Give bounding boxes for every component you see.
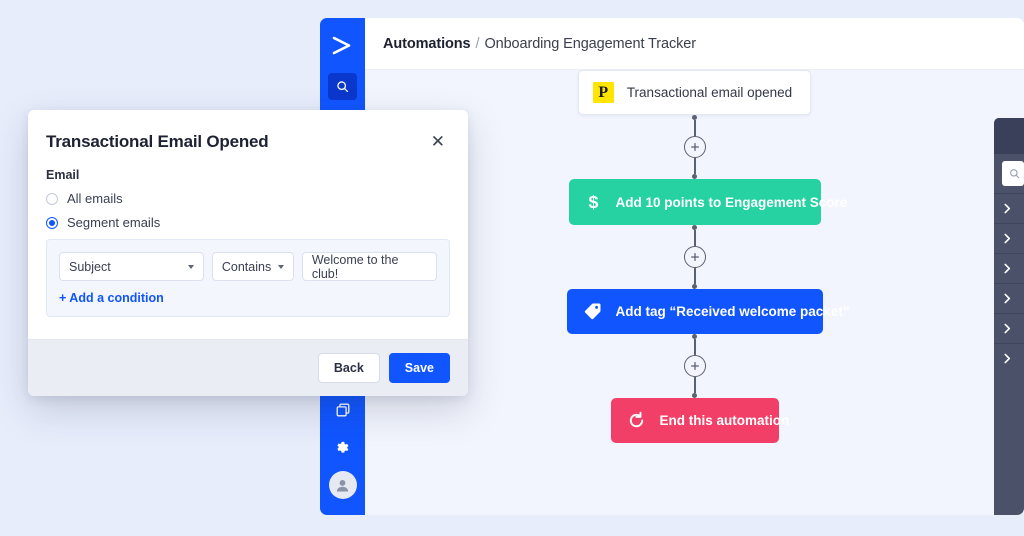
right-panel-row[interactable] — [994, 283, 1024, 313]
email-field-label: Email — [46, 168, 80, 182]
right-panel-row[interactable] — [994, 193, 1024, 223]
trigger-node-label: Transactional email opened — [626, 85, 793, 100]
add-step-button-1[interactable] — [683, 136, 706, 158]
right-panel-row[interactable] — [994, 223, 1024, 253]
back-button[interactable]: Back — [317, 353, 380, 383]
right-panel-row[interactable] — [994, 313, 1024, 343]
chevron-right-icon — [1004, 263, 1011, 274]
connector-line — [693, 377, 696, 393]
chevron-right-icon — [1004, 323, 1011, 334]
chevron-right-icon — [1004, 353, 1011, 364]
condition-field-value: Subject — [69, 259, 111, 274]
connector-line — [693, 120, 696, 136]
nav-bottom-group — [328, 395, 358, 515]
screenshot-root: Automations / Onboarding Engagement Tracke… — [0, 0, 1024, 536]
radio-icon-all-emails — [46, 192, 58, 205]
radio-label-all-emails: All emails — [67, 191, 123, 206]
right-side-panel — [994, 118, 1024, 515]
radio-option-all-emails[interactable]: All emails — [46, 191, 450, 206]
chevron-right-icon — [1004, 293, 1011, 304]
plus-icon — [690, 143, 699, 151]
condition-value-text: Welcome to the club! — [311, 252, 399, 281]
topbar: Automations / Onboarding Engagement Tracke… — [365, 18, 1024, 70]
flow-row-trigger: P Transactional email opened — [365, 70, 1024, 115]
action-node-end-label: End this automation — [659, 413, 790, 428]
breadcrumb: Automations / Onboarding Engagement Tracke… — [383, 36, 696, 52]
svg-text:$: $ — [588, 192, 598, 212]
modal-body: Email All emails Segment emails Subject … — [28, 152, 468, 339]
save-button[interactable]: Save — [388, 353, 450, 383]
gear-icon[interactable] — [328, 433, 358, 463]
chevron-right-icon — [1004, 203, 1011, 214]
dollar-sign-icon: $ — [585, 192, 602, 212]
breadcrumb-root[interactable]: Automations — [383, 36, 471, 52]
connector-line — [693, 268, 696, 284]
modal-footer: Back Save — [28, 339, 468, 396]
connector-line — [693, 339, 696, 355]
breadcrumb-current: Onboarding Engagement Tracker — [484, 35, 696, 52]
condition-field-select[interactable]: Subject — [59, 252, 204, 281]
right-panel-row[interactable] — [994, 253, 1024, 283]
connector-line — [693, 230, 696, 246]
flow-row-end: End this automation — [365, 398, 1024, 443]
right-panel-search-wrap — [994, 154, 1024, 193]
radio-label-segment-emails: Segment emails — [67, 215, 161, 230]
condition-operator-select[interactable]: Contains — [211, 252, 294, 281]
condition-row: Subject Contains Welcome to the club! — [59, 252, 437, 281]
chevron-right-logo-icon[interactable] — [327, 30, 359, 62]
plus-icon — [690, 253, 699, 261]
add-step-button-2[interactable] — [683, 246, 706, 268]
breadcrumb-separator: / — [475, 35, 480, 52]
condition-operator-value: Contains — [221, 259, 272, 274]
chevron-right-icon — [1004, 233, 1011, 244]
close-icon[interactable]: ✕ — [428, 132, 448, 151]
tag-icon — [583, 302, 602, 321]
search-icon — [1010, 169, 1020, 179]
right-panel-row[interactable] — [994, 343, 1024, 373]
add-step-button-3[interactable] — [683, 355, 706, 377]
postmark-badge-icon: P — [592, 82, 614, 103]
modal-title: Transactional Email Opened — [46, 132, 269, 151]
nav-search-button[interactable] — [328, 73, 357, 100]
plus-icon — [690, 362, 699, 370]
action-node-score[interactable]: $ Add 10 points to Engagement Score — [568, 179, 847, 225]
radio-icon-segment-emails — [46, 216, 58, 229]
add-condition-link[interactable]: + Add a condition — [59, 291, 437, 305]
chevron-down-icon — [187, 264, 194, 269]
action-node-end[interactable]: End this automation — [610, 398, 789, 443]
copy-icon[interactable] — [328, 395, 358, 425]
connector-line — [693, 158, 696, 174]
action-node-tag-label: Add tag “Received welcome packet” — [615, 304, 850, 319]
modal-header: Transactional Email Opened ✕ — [28, 110, 468, 152]
right-panel-header — [994, 118, 1024, 154]
user-avatar-icon[interactable] — [328, 471, 357, 499]
transactional-email-opened-modal: Transactional Email Opened ✕ Email All e… — [28, 110, 468, 396]
radio-option-segment-emails[interactable]: Segment emails — [46, 215, 450, 230]
segment-condition-box: Subject Contains Welcome to the club! + … — [46, 239, 450, 317]
search-icon — [337, 81, 349, 93]
condition-value-input[interactable]: Welcome to the club! — [301, 252, 437, 281]
action-node-tag[interactable]: Add tag “Received welcome packet” — [566, 289, 850, 334]
action-node-score-label: Add 10 points to Engagement Score — [615, 194, 848, 210]
chevron-down-icon — [277, 264, 284, 269]
right-panel-search-input[interactable] — [1002, 161, 1024, 186]
circular-arrow-icon — [627, 411, 646, 430]
trigger-node[interactable]: P Transactional email opened — [577, 70, 812, 115]
